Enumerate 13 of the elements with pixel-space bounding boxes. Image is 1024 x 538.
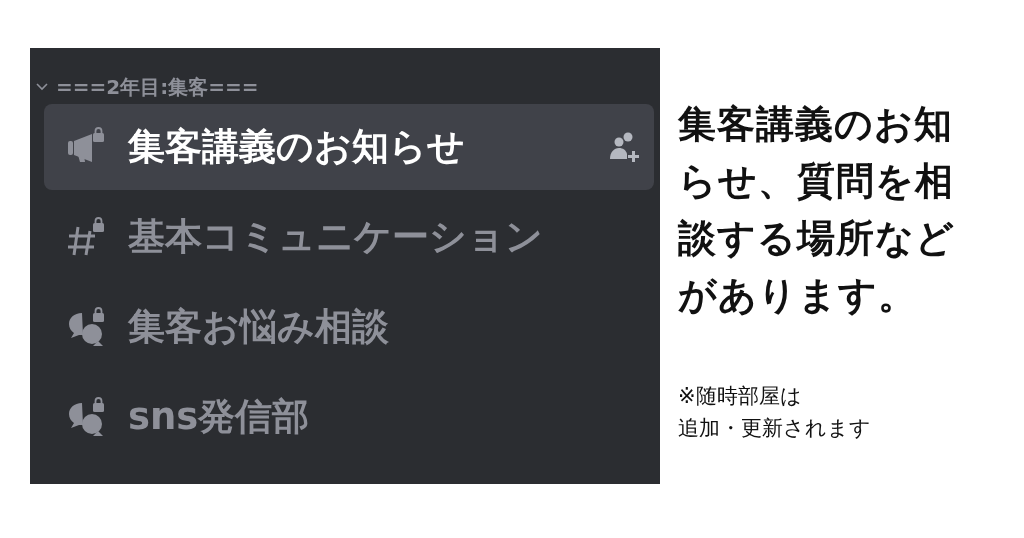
- add-member-icon[interactable]: [608, 131, 640, 163]
- category-header[interactable]: ===2年目:集客===: [36, 70, 654, 104]
- hashtag-lock-icon: [66, 217, 106, 257]
- chat-bubbles-lock-icon: [66, 397, 106, 437]
- chevron-icon: [36, 83, 48, 91]
- note-text: ※随時部屋は: [678, 383, 803, 410]
- channel-item[interactable]: 集客講義のお知らせ: [44, 104, 654, 190]
- note-text: 追加・更新されます: [678, 415, 872, 442]
- chat-bubbles-lock-icon: [66, 307, 106, 347]
- channel-item[interactable]: 集客お悩み相談: [44, 284, 654, 370]
- channel-item[interactable]: sns発信部: [44, 374, 654, 460]
- channel-item[interactable]: 基本コミュニケーション: [44, 194, 654, 280]
- caption-text: 集客講義のお知らせ、質問を相談する場所などがあります。: [678, 101, 956, 319]
